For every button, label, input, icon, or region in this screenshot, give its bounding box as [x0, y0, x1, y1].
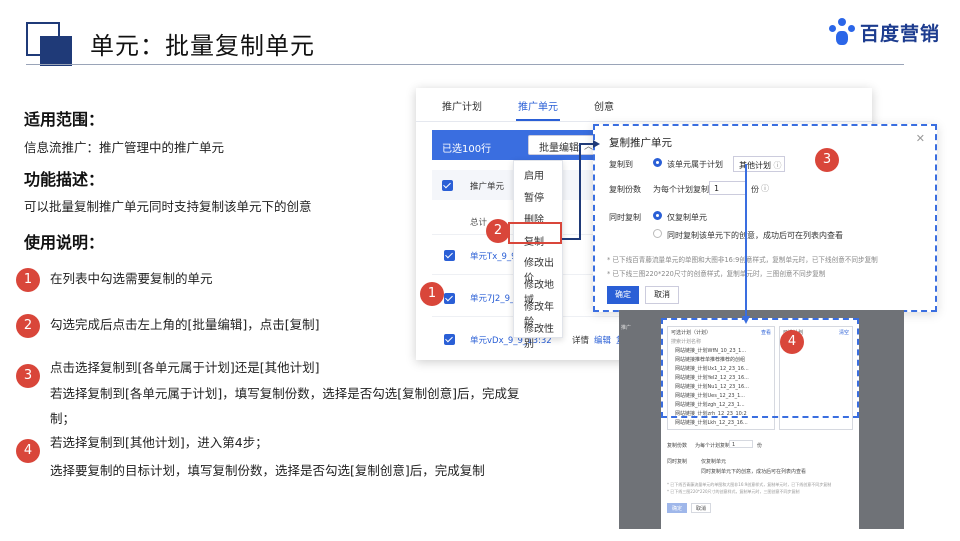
copies-label: 复制份数	[667, 443, 688, 449]
copy-unit-dialog: 复制推广单元 ✕ 复制到 该单元属于计划 其他计划 ⓘ 复制份数 为每个计划复制…	[593, 124, 937, 312]
active-tab-indicator	[516, 119, 560, 121]
batch-edit-label: 批量编辑	[539, 143, 579, 154]
help-icon: ⓘ	[773, 161, 782, 170]
usage-heading: 使用说明：	[24, 233, 105, 252]
picker-note-1: * 已下线百青藤流量单元的单图和大图非16:9创意样式，复制单元时，已下线创意不…	[667, 482, 832, 487]
copy-highlight-box	[508, 222, 562, 244]
radio-with-creative[interactable]	[653, 229, 662, 238]
help-icon: ⓘ	[761, 184, 769, 193]
row-checkbox[interactable]	[444, 293, 455, 304]
brand-logo: 百度营销	[828, 18, 940, 46]
row-checkbox[interactable]	[444, 334, 455, 345]
brand-name: 百度营销	[860, 22, 941, 45]
sync-label: 同时复制	[609, 213, 641, 222]
menu-item-enable[interactable]: 启用	[524, 167, 544, 182]
sync-label: 同时复制	[667, 459, 688, 465]
step-2-badge: 2	[16, 314, 40, 338]
feature-text: 可以批量复制推广单元同时支持复制该单元下的创意	[24, 199, 312, 214]
tab-bar: 推广计划 推广单元 创意	[416, 88, 872, 122]
sync-option-1: 仅复制单元	[667, 213, 707, 222]
copy-to-label: 复制到	[609, 160, 633, 169]
page-title: 单元：批量复制单元	[90, 32, 315, 60]
step-4-line-2: 选择要复制的目标计划，填写复制份数，选择是否勾选[复制创意]后，完成复制	[50, 463, 485, 478]
other-plan-label: 其他计划	[739, 161, 771, 170]
option-same-plan-label: 该单元属于计划	[667, 160, 723, 169]
screenshot-step-4-badge: 4	[780, 330, 804, 354]
menu-item-edit-gender[interactable]: 修改性别	[524, 320, 562, 350]
copies-value: 1	[732, 442, 736, 448]
step-2-text: 勾选完成后点击左上角的[批量编辑]，点击[复制]	[50, 317, 320, 332]
batch-edit-menu: 启用 暂停 删除 复制 修改出价 修改地域 修改年龄 修改性别	[513, 160, 563, 350]
baidu-paw-icon	[828, 18, 856, 46]
chevron-up-icon: ︿	[583, 142, 593, 152]
step-3-line-1: 点击选择复制到[各单元属于计划]还是[其他计划]	[50, 360, 320, 375]
row-action-edit[interactable]: 编辑	[594, 334, 611, 346]
confirm-label: 确定	[672, 506, 683, 512]
picker-note-2: * 已下线三图220*220尺寸的创意样式，复制单元时，三图创意不同步复制	[667, 489, 800, 494]
cancel-label: 取消	[696, 506, 707, 512]
sync-option-1[interactable]: 仅复制单元	[701, 458, 726, 465]
dialog-title: 复制推广单元	[609, 137, 672, 149]
screenshot-step-1-badge: 1	[420, 282, 444, 306]
copies-unit: 份	[757, 443, 763, 449]
logo-square-filled	[40, 36, 72, 66]
step-4-line-1: 若选择复制到[其他计划]，进入第4步；	[50, 435, 268, 450]
tab-creative[interactable]: 创意	[594, 98, 614, 113]
other-plan-option[interactable]: 其他计划 ⓘ	[733, 156, 785, 172]
step-3-line-2: 若选择复制到[各单元属于计划]，填写复制份数，选择是否勾选[复制创意]后，完成复	[50, 386, 520, 401]
sync-option-2: 同时复制该单元下的创意，成功后可在列表内查看	[667, 231, 843, 240]
copies-unit: 份	[751, 185, 759, 194]
radio-same-plan[interactable]	[653, 158, 662, 167]
radio-unit-only[interactable]	[653, 211, 662, 220]
title-divider	[26, 64, 904, 65]
sync-option-2[interactable]: 同时复制单元下的创意，成功后可在列表内查看	[701, 468, 806, 475]
batch-edit-button[interactable]: 批量编辑 ︿	[528, 135, 602, 155]
other-plan-screenshot: 推广 可选计划（计划） 查看 已选计划 清空 搜索计划名称 网站链接_计划WfN…	[619, 310, 904, 529]
confirm-button[interactable]: 确定	[607, 286, 639, 304]
copies-prefix: 为每个计划复制	[695, 443, 731, 449]
total-row-label: 总计	[470, 218, 488, 228]
step-1-badge: 1	[16, 268, 40, 292]
tab-unit[interactable]: 推广单元	[518, 98, 558, 113]
row-checkbox[interactable]	[444, 250, 455, 261]
bg-page-text: 推广	[621, 325, 632, 331]
cancel-button[interactable]: 取消	[645, 286, 679, 304]
plan-list-item[interactable]: 网站链接_计划Lkh_12_23_16...	[675, 419, 748, 426]
dialog-note-1: * 已下线百青藤流量单元的单图和大图非16:9创意样式，复制单元时，已下线创意不…	[607, 256, 878, 264]
column-header-unit: 推广单元	[470, 182, 505, 192]
menu-item-pause[interactable]: 暂停	[524, 189, 544, 204]
dialog-note-2: * 已下线三图220*220尺寸的创意样式，复制单元时，三图创意不同步复制	[607, 270, 826, 278]
select-all-checkbox[interactable]	[442, 180, 453, 191]
screenshot-step-3-badge: 3	[815, 148, 839, 172]
screenshot-step-2-badge: 2	[486, 219, 510, 243]
title-logo-squares	[26, 22, 74, 66]
plan-picker-highlight	[661, 318, 859, 418]
scope-text: 信息流推广：推广管理中的推广单元	[24, 140, 225, 155]
step-1-text: 在列表中勾选需要复制的单元	[50, 271, 213, 286]
close-icon[interactable]: ✕	[916, 132, 925, 145]
selected-count: 已选100行	[442, 144, 492, 155]
tab-plan[interactable]: 推广计划	[442, 98, 482, 113]
copies-label: 复制份数	[609, 185, 641, 194]
step-3-line-3: 制；	[50, 411, 76, 426]
scope-heading: 适用范围：	[24, 110, 105, 129]
step-3-badge: 3	[16, 364, 40, 388]
feature-heading: 功能描述：	[24, 170, 105, 189]
step-4-badge: 4	[16, 439, 40, 463]
copies-input[interactable]: 1	[709, 181, 747, 195]
row-action-detail[interactable]: 详情	[572, 334, 589, 346]
copies-prefix: 为每个计划复制	[653, 185, 709, 194]
